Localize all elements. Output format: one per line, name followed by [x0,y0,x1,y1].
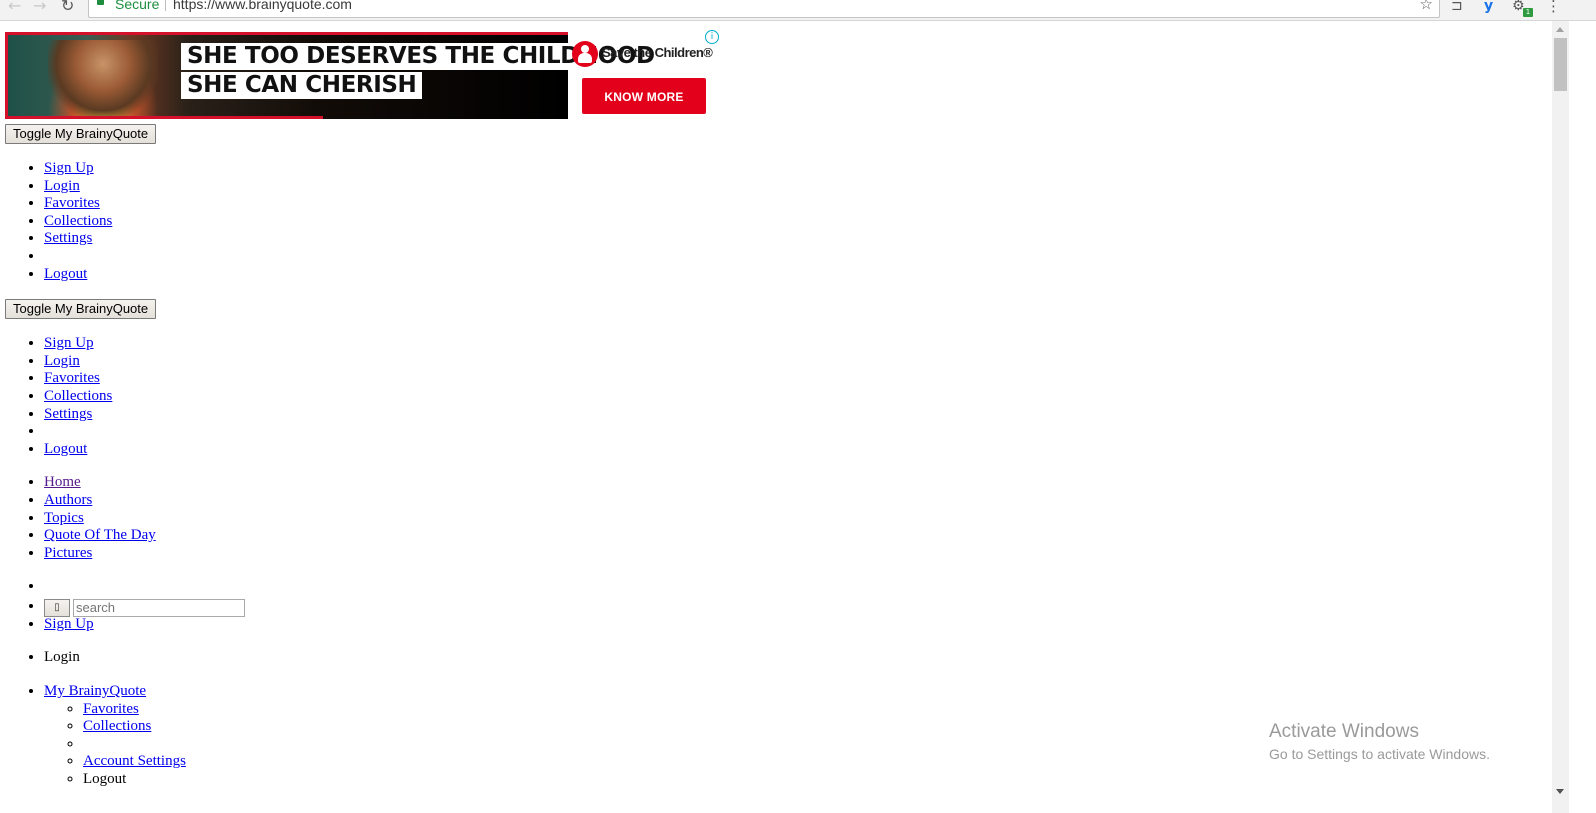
my-brainyquote-menu: Sign Up Login Favorites Collections Sett… [5,160,1545,283]
address-divider [165,0,166,11]
favorites-link[interactable]: Favorites [44,370,100,386]
nav-item: Quote Of The Day [44,527,1545,545]
search-item: ▯ [44,596,1545,617]
collections-link[interactable]: Collections [83,718,151,734]
my-brainyquote-menu: Sign Up Login Favorites Collections Sett… [5,335,1545,458]
list-item: Favorites [44,195,1545,213]
save-the-children-logo-icon [572,41,598,67]
ad-brand: Save the Children® [572,36,722,67]
settings-link[interactable]: Settings [44,230,92,246]
browser-menu-icon[interactable]: ⋮ [1546,0,1561,15]
windows-activation-watermark: Activate Windows Go to Settings to activ… [1269,720,1490,764]
collections-link[interactable]: Collections [44,213,112,229]
sign-up-link[interactable]: Sign Up [44,160,94,176]
list-item: Logout [44,441,1545,459]
know-more-button[interactable]: KNOW MORE [582,78,706,114]
search-and-account-nav: ▯ Sign Up [5,578,1545,633]
list-item: Collections [44,388,1545,406]
nav-authors-link[interactable]: Authors [44,492,92,508]
ad-brand-name: Save the Children® [602,45,713,60]
settings-link[interactable]: Settings [44,406,92,422]
toggle-my-brainyquote-button[interactable]: Toggle My BrainyQuote [5,124,157,144]
empty-list-item [44,248,1545,266]
list-item: Settings [44,406,1545,424]
bookmark-star-icon[interactable]: ☆ [1420,0,1433,13]
list-item: Sign Up [44,160,1545,178]
logout-item[interactable]: Logout [83,771,1545,789]
ad-image[interactable]: SHE TOO DESERVES THE CHILDHOOD SHE CAN C… [5,32,661,119]
address-bar[interactable]: Secure https://www.brainyquote.com ☆ [88,0,1440,18]
submenu-item: Favorites [83,701,1545,719]
nav-topics-link[interactable]: Topics [44,510,84,526]
sign-up-link[interactable]: Sign Up [44,335,94,351]
nav-item: Topics [44,510,1545,528]
secure-label: Secure [115,0,160,12]
ad-banner[interactable]: SHE TOO DESERVES THE CHILDHOOD SHE CAN C… [5,30,722,120]
logout-link[interactable]: Logout [44,441,87,457]
login-list: Login [5,649,1545,667]
list-item: Settings [44,230,1545,248]
watermark-title: Activate Windows [1269,721,1419,742]
back-icon[interactable]: ← [8,0,21,15]
ad-accent-bar [5,116,323,119]
forward-icon[interactable]: → [33,0,46,15]
page-content: Toggle My BrainyQuote Sign Up Login Favo… [5,124,1545,789]
login-link[interactable]: Login [44,178,80,194]
login-link[interactable]: Login [44,353,80,369]
login-item[interactable]: Login [44,649,1545,667]
list-item: Logout [44,266,1545,284]
list-item: Favorites [44,370,1545,388]
watermark-subtitle: Go to Settings to activate Windows. [1269,746,1490,762]
nav-home-link[interactable]: Home [44,474,81,490]
cast-icon[interactable]: ⊐ [1451,0,1463,14]
sign-up-link[interactable]: Sign Up [44,616,94,632]
ad-headline: SHE TOO DESERVES THE CHILDHOOD SHE CAN C… [181,43,661,101]
collections-link[interactable]: Collections [44,388,112,404]
scroll-down-arrow-icon[interactable] [1556,789,1564,794]
nav-pictures-link[interactable]: Pictures [44,545,92,561]
favorites-link[interactable]: Favorites [83,701,139,717]
list-item: Sign Up [44,616,1545,634]
empty-list-item [44,578,1545,596]
nav-quote-of-the-day-link[interactable]: Quote Of The Day [44,527,156,543]
nav-item: Pictures [44,545,1545,563]
ad-photo [48,40,158,119]
list-item: Sign Up [44,335,1545,353]
search-form: ▯ [44,598,1545,617]
nav-item: Home [44,474,1545,492]
my-brainyquote-link[interactable]: My BrainyQuote [44,683,146,699]
ad-headline-line-2: SHE CAN CHERISH [181,72,423,99]
extension-y-icon[interactable]: y [1484,0,1493,14]
logout-link[interactable]: Logout [44,266,87,282]
ad-info-icon[interactable]: i [705,30,719,44]
url-text[interactable]: https://www.brainyquote.com [173,0,352,12]
list-item: Login [44,178,1545,196]
list-item: Login [44,353,1545,371]
main-nav: Home Authors Topics Quote Of The Day Pic… [5,474,1545,562]
lock-icon [97,0,104,5]
search-button[interactable]: ▯ [44,598,70,617]
favorites-link[interactable]: Favorites [44,195,100,211]
list-item: Collections [44,213,1545,231]
toggle-my-brainyquote-button[interactable]: Toggle My BrainyQuote [5,299,157,320]
empty-list-item [44,423,1545,441]
nav-item: Authors [44,492,1545,510]
reload-icon[interactable]: ↻ [61,0,74,15]
scroll-thumb[interactable] [1554,38,1567,91]
account-settings-link[interactable]: Account Settings [83,753,186,769]
scroll-up-arrow-icon[interactable] [1556,27,1564,32]
search-input[interactable] [73,598,245,617]
vertical-scrollbar[interactable] [1552,21,1569,813]
browser-toolbar: ← → ↻ Secure https://www.brainyquote.com… [0,0,1596,21]
extension-badge: 1 [1523,8,1533,17]
